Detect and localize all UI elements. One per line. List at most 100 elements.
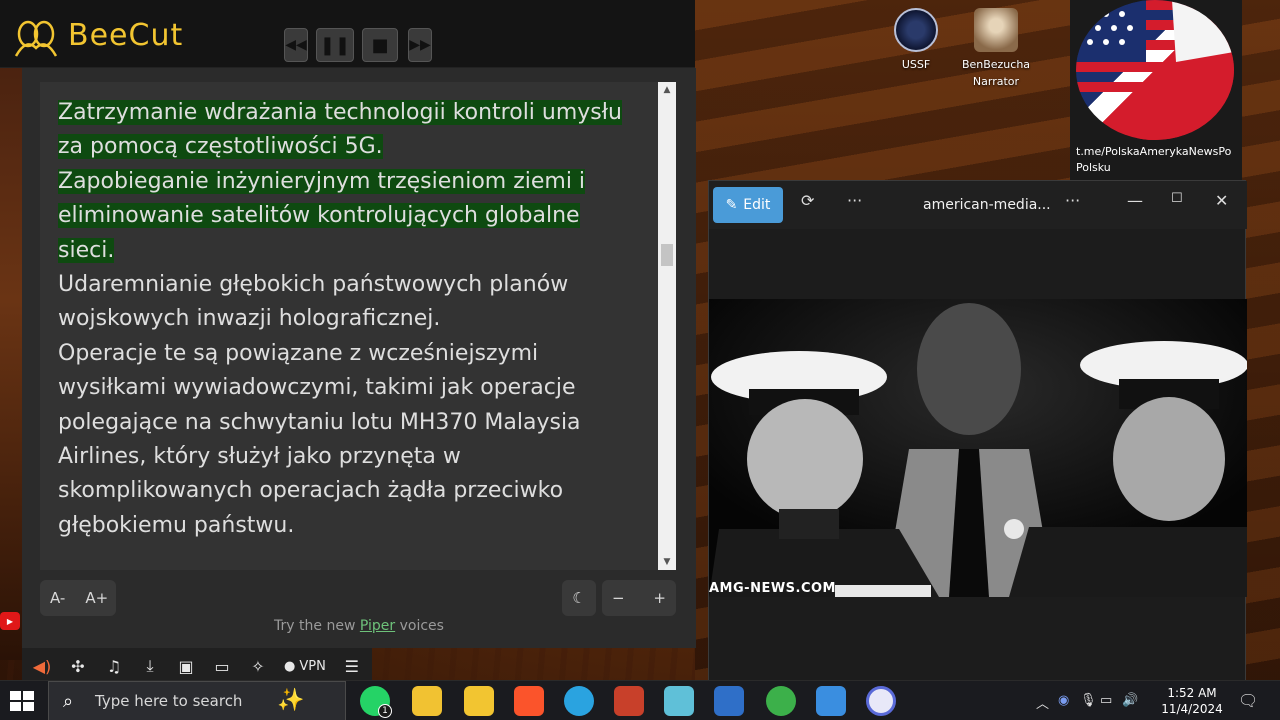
taskbar-search-input[interactable]: ⌕ Type here to search ✨ (48, 681, 346, 720)
speed-decrease-button[interactable]: − (602, 589, 635, 607)
windows-start-icon[interactable] (8, 689, 36, 713)
notes-app-icon[interactable] (664, 686, 694, 716)
font-increase-button[interactable]: A+ (75, 589, 118, 607)
highlighted-line: eliminowanie satelitów kontrolujących gl… (58, 203, 580, 229)
scroll-up-icon[interactable]: ▲ (658, 82, 676, 98)
search-placeholder: Type here to search (95, 692, 243, 710)
notification-badge: 1 (378, 704, 392, 718)
app-icon[interactable] (614, 686, 644, 716)
desktop-icon-ussf[interactable]: USSF (890, 8, 942, 73)
beecut-title-bar: BeeCut ◀◀ ❚❚ ■ ▶▶ (0, 0, 695, 68)
moon-icon: ☾ (572, 589, 586, 607)
reader-panel: Zatrzymanie wdrażania technologii kontro… (22, 68, 696, 648)
stop-icon: ■ (371, 34, 389, 56)
music-note-icon[interactable]: ♫ (98, 651, 130, 681)
beecut-taskbar-icon[interactable] (464, 686, 494, 716)
vpn-button[interactable]: ● VPN (278, 659, 332, 674)
maximize-icon[interactable]: ☐ (1171, 191, 1183, 206)
piper-suffix: voices (395, 618, 444, 634)
rewind-button[interactable]: ◀◀ (284, 28, 308, 62)
clock[interactable]: 1:52 AM 11/4/2024 (1160, 685, 1224, 717)
more-options-icon[interactable]: ··· (847, 191, 862, 210)
reader-text: Zatrzymanie wdrażania technologii kontro… (40, 82, 658, 557)
telegram-icon[interactable] (564, 686, 594, 716)
vpn-toggle-icon: ● (284, 658, 296, 674)
cloud-app-icon[interactable] (766, 686, 796, 716)
font-size-controls: A- A+ (40, 580, 116, 616)
us-pl-flag-icon (1076, 0, 1234, 140)
photos-toolbar: ✎ Edit ⟳ ··· american-media... ··· — ☐ ✕ (709, 181, 1247, 229)
text-line: wysiłkami wywiadowczymi, takimi jak oper… (58, 375, 576, 401)
file-explorer-icon[interactable] (412, 686, 442, 716)
title-more-icon[interactable]: ··· (1065, 191, 1080, 210)
tray-expand-icon[interactable]: ︿ (1036, 693, 1049, 712)
edit-image-icon: ✎ (725, 197, 738, 213)
text-line: Operacje te są powiązane z wcześniejszym… (58, 340, 539, 366)
rotate-icon[interactable]: ⟳ (801, 191, 814, 210)
clock-time: 1:52 AM (1167, 686, 1217, 700)
menu-icon[interactable]: ☰ (336, 651, 368, 681)
photos-app-icon[interactable] (816, 686, 846, 716)
clock-date: 11/4/2024 (1161, 702, 1223, 716)
media-player-icon[interactable] (714, 686, 744, 716)
scroll-down-icon[interactable]: ▼ (658, 554, 676, 570)
narrator-avatar-icon (974, 8, 1018, 52)
text-line: Airlines, który służył jako przynęta w (58, 444, 461, 470)
url-line: t.me/PolskaAmerykaNewsPo (1076, 145, 1232, 158)
download-icon[interactable]: ⤓ (134, 651, 166, 681)
volume-icon[interactable]: 🔊 (1122, 693, 1138, 708)
puzzle-icon[interactable]: ✣ (62, 651, 94, 681)
piper-prefix: Try the new (274, 618, 360, 634)
sparkle-icon[interactable]: ✧ (242, 651, 274, 681)
ussf-logo-icon (894, 8, 938, 52)
tray-app-icon[interactable]: ◉ (1058, 693, 1069, 708)
taskbar: ⌕ Type here to search ✨ 1 ︿ ◉ 🎙 ▭ 🔊 1:52… (0, 680, 1280, 720)
sidebar-icon[interactable]: ▣ (170, 651, 202, 681)
url-line: Polsku (1076, 161, 1111, 174)
desktop-icon-label: Narrator (972, 75, 1020, 88)
stop-button[interactable]: ■ (362, 28, 398, 62)
highlighted-line: za pomocą częstotliwości 5G. (58, 134, 383, 160)
reader-scrollbar[interactable]: ▲ ▼ (658, 82, 676, 570)
brave-browser-icon[interactable] (514, 686, 544, 716)
search-icon: ⌕ (63, 691, 74, 712)
dark-mode-button[interactable]: ☾ (562, 580, 596, 616)
pause-icon: ❚❚ (319, 34, 351, 56)
rewind-icon: ◀◀ (285, 37, 307, 53)
forward-icon: ▶▶ (409, 37, 431, 53)
watermark-bar (835, 585, 931, 597)
font-decrease-button[interactable]: A- (40, 589, 75, 607)
edit-button[interactable]: ✎ Edit (713, 187, 783, 223)
speaker-icon[interactable]: ◀) (26, 651, 58, 681)
telegram-url: t.me/PolskaAmerykaNewsPo Polsku (1076, 144, 1242, 176)
notification-center-icon[interactable]: 🗨 (1238, 691, 1258, 710)
photos-window: ✎ Edit ⟳ ··· american-media... ··· — ☐ ✕ (708, 180, 1247, 690)
sparkle-icon: ✨ (277, 688, 305, 713)
piper-promo: Try the new Piper voices (22, 618, 696, 634)
scroll-thumb[interactable] (661, 244, 673, 266)
flag-tile[interactable]: t.me/PolskaAmerykaNewsPo Polsku (1070, 0, 1242, 180)
photo-image: AMG-NEWS.COM (709, 299, 1247, 597)
speed-increase-button[interactable]: + (643, 589, 676, 607)
wallpaper-strip (0, 60, 22, 660)
edit-label: Edit (743, 197, 771, 213)
reader-app-icon[interactable] (866, 686, 896, 716)
forward-button[interactable]: ▶▶ (408, 28, 432, 62)
desktop-icon-label: BenBezucha (961, 58, 1031, 71)
highlighted-line: Zapobieganie inżynieryjnym trzęsieniom z… (58, 168, 586, 194)
desktop-icon-narrator[interactable]: BenBezucha Narrator (956, 8, 1036, 90)
minimize-icon[interactable]: — (1127, 191, 1143, 210)
watermark-text: AMG-NEWS.COM (709, 581, 836, 596)
pause-button[interactable]: ❚❚ (316, 28, 354, 62)
wallet-icon[interactable]: ▭ (206, 651, 238, 681)
text-line: głębokiemu państwu. (58, 512, 295, 538)
piper-link[interactable]: Piper (360, 618, 395, 634)
microphone-icon[interactable]: 🎙 (1080, 693, 1097, 708)
reader-text-area[interactable]: Zatrzymanie wdrażania technologii kontro… (40, 82, 658, 570)
whatsapp-icon[interactable]: 1 (360, 686, 392, 718)
close-icon[interactable]: ✕ (1215, 191, 1228, 210)
speed-controls: − + (602, 580, 676, 616)
vpn-label: VPN (299, 658, 326, 674)
youtube-icon[interactable]: ▶ (0, 612, 20, 630)
network-icon[interactable]: ▭ (1100, 693, 1112, 708)
